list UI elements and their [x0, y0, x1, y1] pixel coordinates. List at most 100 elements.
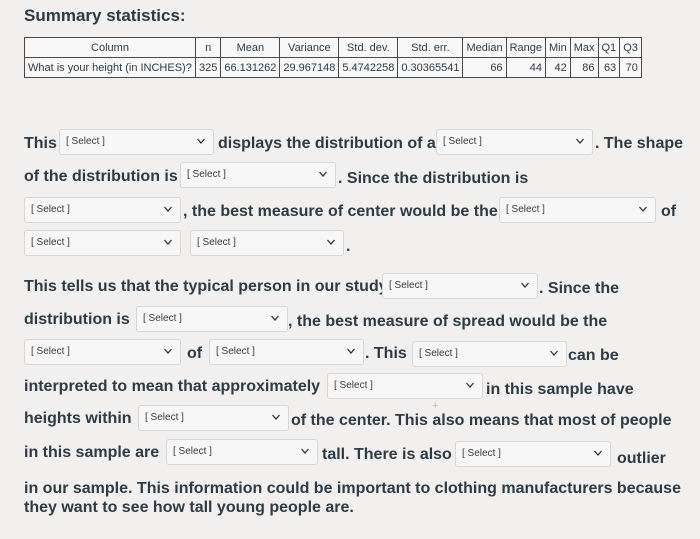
- chevron-down-icon: [164, 348, 172, 354]
- text-tall-there-is-also: tall. There is also: [322, 446, 452, 463]
- select-label: [ Select ]: [31, 237, 70, 248]
- text-distribution-is: distribution is: [24, 311, 130, 328]
- text-in-sample-have: in this sample have: [486, 381, 634, 398]
- cell-median: 66: [462, 57, 507, 78]
- select-percentage[interactable]: [ Select ]: [327, 373, 483, 399]
- cell-q3: 70: [619, 57, 642, 78]
- text-the-shape: . The shape: [595, 135, 684, 152]
- header-q1: Q1: [597, 37, 621, 58]
- header-column: Column: [24, 37, 196, 58]
- plus-icon: +: [432, 400, 439, 412]
- select-outlier[interactable]: [ Select ]: [455, 441, 611, 467]
- header-max: Max: [569, 37, 599, 58]
- select-label: [ Select ]: [389, 280, 428, 291]
- cell-question: What is your height (in INCHES)?: [24, 57, 196, 78]
- text-typical-person: This tells us that the typical person in…: [24, 278, 388, 295]
- text-since-the: . Since the: [539, 280, 620, 297]
- chevron-down-icon: [347, 348, 355, 354]
- cell-min: 42: [544, 57, 571, 78]
- chevron-down-icon: [301, 448, 309, 454]
- select-distribution-shape-3[interactable]: [ Select ]: [136, 306, 288, 332]
- text-interpreted-approximately: interpreted to mean that approximately: [24, 378, 321, 395]
- header-median: Median: [462, 37, 507, 58]
- chevron-down-icon: [550, 350, 558, 356]
- text-of-distribution-is: of the distribution is: [24, 168, 178, 185]
- select-spread-measure-name[interactable]: [ Select ]: [412, 341, 567, 367]
- select-shape[interactable]: [ Select ]: [180, 162, 336, 188]
- chevron-down-icon: [466, 382, 474, 388]
- summary-statistics-table: Column n Mean Variance Std. dev. Std. er…: [24, 37, 642, 78]
- chevron-down-icon: [319, 171, 327, 177]
- text-of-2: of: [187, 345, 203, 362]
- select-measure-of-spread[interactable]: [ Select ]: [24, 339, 181, 365]
- header-n: n: [194, 37, 222, 58]
- cell-max: 86: [569, 57, 599, 78]
- cell-n: 325: [194, 57, 222, 78]
- select-label: [ Select ]: [334, 380, 373, 391]
- select-label: [ Select ]: [506, 204, 545, 215]
- select-label: [ Select ]: [143, 313, 182, 324]
- select-center-value[interactable]: [ Select ]: [24, 230, 181, 256]
- text-of-1: of: [661, 203, 677, 220]
- chevron-down-icon: [639, 206, 647, 212]
- select-center-unit[interactable]: [ Select ]: [190, 230, 344, 256]
- text-can-be: can be: [568, 347, 619, 364]
- cell-q1: 63: [597, 57, 621, 78]
- select-label: [ Select ]: [197, 237, 236, 248]
- header-std-dev: Std. dev.: [338, 37, 399, 58]
- select-typical-height[interactable]: [ Select ]: [382, 273, 538, 299]
- select-distribution-shape-2[interactable]: [ Select ]: [24, 197, 181, 223]
- chevron-down-icon: [576, 138, 584, 144]
- text-clothing-manufacturers: in our sample. This information could be…: [24, 480, 681, 497]
- text-best-measure-center: , the best measure of center would be th…: [183, 203, 498, 220]
- cell-variance: 29.967148: [279, 57, 340, 78]
- chevron-down-icon: [594, 450, 602, 456]
- select-measure-of-center[interactable]: [ Select ]: [499, 197, 656, 223]
- select-spread-range[interactable]: [ Select ]: [138, 405, 289, 431]
- text-how-tall: they want to see how tall young people a…: [24, 499, 354, 516]
- select-label: [ Select ]: [419, 348, 458, 359]
- chevron-down-icon: [327, 239, 335, 245]
- cell-range: 44: [505, 57, 546, 78]
- table-header-row: Column n Mean Variance Std. dev. Std. er…: [24, 37, 642, 58]
- text-of-center: of the center. This also means that most…: [291, 412, 672, 429]
- text-best-measure-spread: , the best measure of spread would be th…: [288, 313, 608, 330]
- text-heights-within: heights within: [24, 410, 132, 427]
- select-label: [ Select ]: [462, 448, 501, 459]
- text-this: This: [24, 135, 57, 152]
- cell-std-dev: 5.4742258: [338, 57, 399, 78]
- select-height-range[interactable]: [ Select ]: [166, 439, 318, 465]
- chevron-down-icon: [164, 239, 172, 245]
- select-label: [ Select ]: [216, 346, 255, 357]
- text-since-distribution-is: . Since the distribution is: [338, 170, 529, 187]
- chevron-down-icon: [164, 206, 172, 212]
- text-in-sample-are: in this sample are: [24, 444, 160, 461]
- table-row: What is your height (in INCHES)? 325 66.…: [24, 57, 642, 78]
- select-label: [ Select ]: [31, 346, 70, 357]
- select-label: [ Select ]: [145, 412, 184, 423]
- select-variable-type[interactable]: [ Select ]: [436, 129, 593, 155]
- header-range: Range: [505, 37, 546, 58]
- text-outlier: outlier: [617, 450, 666, 467]
- header-min: Min: [544, 37, 571, 58]
- cell-mean: 66.131262: [220, 57, 281, 78]
- select-label: [ Select ]: [443, 136, 482, 147]
- header-std-err: Std. err.: [397, 37, 464, 58]
- select-spread-value[interactable]: [ Select ]: [209, 339, 364, 365]
- page-title: Summary statistics:: [24, 6, 186, 25]
- select-label: [ Select ]: [187, 169, 226, 180]
- select-label: [ Select ]: [173, 446, 212, 457]
- header-variance: Variance: [279, 37, 340, 58]
- chevron-down-icon: [272, 414, 280, 420]
- select-label: [ Select ]: [66, 136, 105, 147]
- cell-std-err: 0.30365541: [397, 57, 464, 78]
- select-display-type[interactable]: [ Select ]: [59, 129, 214, 155]
- header-q3: Q3: [619, 37, 642, 58]
- header-mean: Mean: [220, 37, 281, 58]
- text-period: .: [346, 238, 351, 255]
- text-this-2: . This: [365, 345, 407, 362]
- chevron-down-icon: [197, 138, 205, 144]
- select-label: [ Select ]: [31, 204, 70, 215]
- text-displays-distribution: displays the distribution of a: [218, 135, 436, 152]
- chevron-down-icon: [271, 315, 279, 321]
